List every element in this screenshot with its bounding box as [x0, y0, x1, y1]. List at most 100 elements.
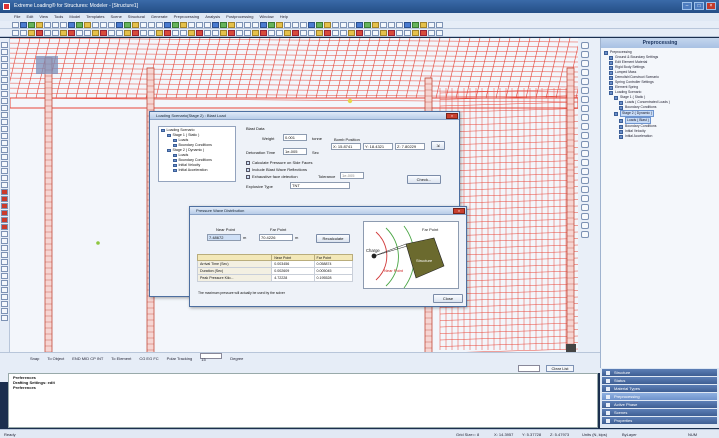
toolbar-icon[interactable]: [156, 29, 163, 36]
toolbar-icon[interactable]: [252, 21, 259, 28]
toolbar-icon[interactable]: [244, 29, 251, 36]
toolbar-icon[interactable]: [340, 21, 347, 28]
tool-icon[interactable]: [1, 98, 8, 104]
pressure-dialog-title[interactable]: Pressure Wave Distribution: [190, 207, 466, 215]
panel-tab-material-types[interactable]: Material Types: [602, 385, 717, 392]
tool-icon[interactable]: [1, 105, 8, 111]
toolbar-icon[interactable]: [284, 29, 291, 36]
tree-node[interactable]: Initial Acceleration: [604, 134, 716, 139]
dialog-title[interactable]: Loading Scenario(Stage 2) : Blast Load: [150, 112, 459, 120]
view-icon[interactable]: [581, 78, 589, 85]
toolbar-icon[interactable]: [196, 21, 203, 28]
menu-item-postprocessing[interactable]: Postprocessing: [226, 13, 253, 21]
panel-tab-status[interactable]: Status: [602, 377, 717, 384]
toolbar-icon[interactable]: [164, 21, 171, 28]
toolbar-icon[interactable]: [68, 29, 75, 36]
tool-icon[interactable]: [1, 84, 8, 90]
toolbar-icon[interactable]: [204, 21, 211, 28]
view-icon[interactable]: [581, 96, 589, 103]
toolbar-icon[interactable]: [100, 21, 107, 28]
panel-tab-preprocessing[interactable]: Preprocessing: [602, 393, 717, 400]
toolbar-icon[interactable]: [12, 29, 19, 36]
toolbar-icon[interactable]: [172, 21, 179, 28]
view-icon[interactable]: [581, 204, 589, 211]
toolbar-icon[interactable]: [332, 29, 339, 36]
menu-item-edit[interactable]: Edit: [26, 13, 33, 21]
toolbar-icon[interactable]: [60, 21, 67, 28]
toolbar-icon[interactable]: [412, 21, 419, 28]
tool-icon[interactable]: [1, 126, 8, 132]
tool-icon[interactable]: [1, 266, 8, 272]
toolbar-icon[interactable]: [340, 29, 347, 36]
toolbar-icon[interactable]: [76, 21, 83, 28]
toolbar-icon[interactable]: [108, 29, 115, 36]
tolerance-input[interactable]: 1e-005: [340, 172, 364, 179]
toolbar-icon[interactable]: [228, 29, 235, 36]
toolbar-icon[interactable]: [52, 29, 59, 36]
detonation-time-input[interactable]: 1e-005: [283, 148, 307, 155]
toolbar-icon[interactable]: [124, 29, 131, 36]
tool-icon[interactable]: [1, 42, 8, 48]
polar-tracking-label[interactable]: Polar Tracking: [167, 353, 193, 364]
view-icon[interactable]: [581, 69, 589, 76]
toolbar-icon[interactable]: [332, 21, 339, 28]
pressure-dialog-close-icon[interactable]: ×: [453, 208, 465, 214]
toolbar-icon[interactable]: [148, 29, 155, 36]
far-point-input[interactable]: 70.4226: [259, 234, 293, 241]
toolbar-icon[interactable]: [204, 29, 211, 36]
pick-position-button[interactable]: ⇲: [431, 141, 445, 150]
toolbar-icon[interactable]: [132, 29, 139, 36]
toolbar-icon[interactable]: [364, 29, 371, 36]
tool-icon[interactable]: [1, 245, 8, 251]
toolbar-icon[interactable]: [284, 21, 291, 28]
view-icon[interactable]: [581, 141, 589, 148]
tool-icon[interactable]: [1, 315, 8, 321]
toolbar-icon[interactable]: [268, 29, 275, 36]
toolbar-icon[interactable]: [372, 29, 379, 36]
panel-tab-properties[interactable]: Properties: [602, 417, 717, 424]
toolbar-icon[interactable]: [324, 29, 331, 36]
tool-icon[interactable]: [1, 231, 8, 237]
toolbar-icon[interactable]: [116, 21, 123, 28]
panel-tab-scenes[interactable]: Scenes: [602, 409, 717, 416]
view-icon[interactable]: [581, 168, 589, 175]
menu-item-structural[interactable]: Structural: [128, 13, 145, 21]
loading-scenario-tree[interactable]: Loading Scenario Stage 1 ( Static ) Loads B…: [158, 126, 236, 182]
toolbar-icon[interactable]: [164, 29, 171, 36]
view-icon[interactable]: [581, 60, 589, 67]
toolbar-icon[interactable]: [172, 29, 179, 36]
toolbar-icon[interactable]: [276, 21, 283, 28]
view-icon[interactable]: [581, 159, 589, 166]
toolbar-icon[interactable]: [180, 21, 187, 28]
tool-icon[interactable]: [1, 294, 8, 300]
toolbar-icon[interactable]: [156, 21, 163, 28]
bomb-y-input[interactable]: Y: 18.4321: [363, 143, 393, 150]
tool-icon[interactable]: [1, 175, 8, 181]
toolbar-icon[interactable]: [220, 21, 227, 28]
toolbar-icon[interactable]: [324, 21, 331, 28]
to-element-label[interactable]: To Element: [111, 353, 131, 364]
toolbar-icon[interactable]: [268, 21, 275, 28]
toolbar-icon[interactable]: [308, 29, 315, 36]
toolbar-icon[interactable]: [396, 29, 403, 36]
toolbar-icon[interactable]: [244, 21, 251, 28]
dialog-close-button[interactable]: ×: [446, 113, 458, 119]
units-display[interactable]: Units (N, kips): [582, 430, 607, 438]
tool-icon[interactable]: [1, 259, 8, 265]
weight-input[interactable]: 0.001: [283, 134, 307, 141]
tool-icon[interactable]: [1, 154, 8, 160]
layer-display[interactable]: ByLayer: [622, 430, 637, 438]
tool-icon[interactable]: [1, 196, 8, 202]
toolbar-icon[interactable]: [52, 21, 59, 28]
menu-item-templates[interactable]: Templates: [86, 13, 104, 21]
explosive-type-select[interactable]: TNT: [290, 182, 350, 189]
bomb-x-input[interactable]: X: 15.8741: [331, 143, 361, 150]
view-icon[interactable]: [581, 222, 589, 229]
view-icon[interactable]: [581, 87, 589, 94]
tool-icon[interactable]: [1, 140, 8, 146]
element-snap-options[interactable]: CG EG FC: [139, 353, 158, 364]
view-icon[interactable]: [581, 51, 589, 58]
menu-item-preprocessing[interactable]: Preprocessing: [174, 13, 200, 21]
clear-list-button[interactable]: Clear List: [546, 365, 574, 372]
toolbar-icon[interactable]: [12, 21, 19, 28]
